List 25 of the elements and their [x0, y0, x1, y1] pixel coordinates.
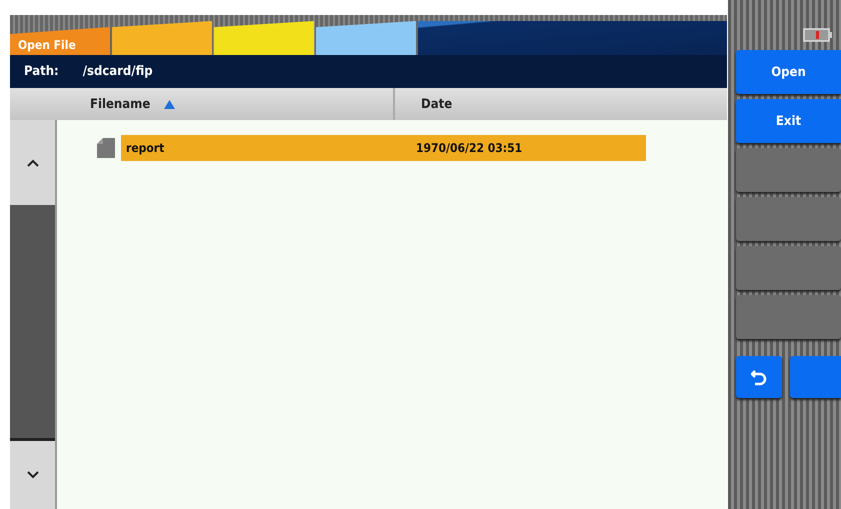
file-row[interactable]: report 1970/06/22 03:51 [121, 135, 646, 161]
file-icon [97, 138, 115, 158]
path-value: /sdcard/fip [82, 64, 153, 79]
tab[interactable] [214, 21, 314, 55]
sort-icon [164, 100, 176, 108]
tab[interactable] [112, 21, 212, 55]
tab[interactable] [316, 21, 416, 55]
back-icon [751, 368, 767, 386]
side-button[interactable]: Open [736, 50, 841, 94]
file-name: report [125, 140, 166, 157]
chevron-up-icon [26, 158, 38, 166]
blank-button[interactable] [736, 148, 841, 192]
file-date: 1970/06/22 03:51 [416, 140, 522, 157]
blank-button[interactable] [736, 197, 841, 241]
column-header[interactable]: Filename [90, 96, 176, 112]
blank-button[interactable] [790, 356, 841, 398]
side-button[interactable]: Exit [736, 99, 841, 143]
chevron-down-icon [26, 471, 38, 479]
column-header[interactable]: Date [421, 96, 452, 112]
battery-icon [803, 28, 833, 42]
back-button[interactable] [736, 356, 782, 398]
blank-button[interactable] [736, 295, 841, 339]
blank-button[interactable] [736, 246, 841, 290]
scroll-thumb[interactable] [10, 205, 55, 441]
path-label: Path: [24, 64, 59, 79]
